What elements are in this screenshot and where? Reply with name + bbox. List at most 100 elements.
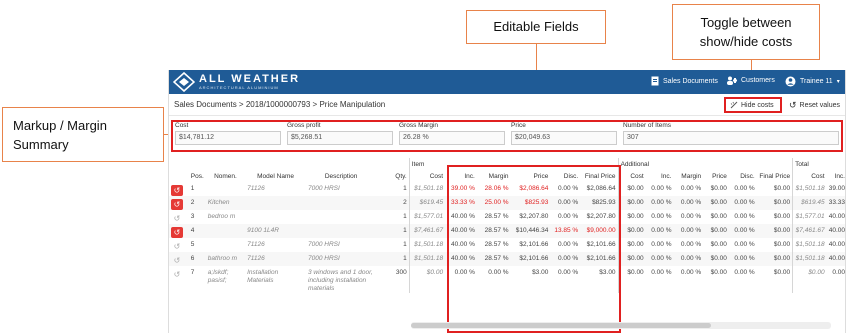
table-cell: 1 (403, 213, 407, 220)
table-cell[interactable]: $2,086.64 (511, 182, 551, 196)
table-cell[interactable]: 40.00 % (445, 238, 477, 252)
table-cell[interactable]: $2,101.66 (511, 238, 551, 252)
table-cell: $0.00 (617, 224, 646, 238)
hide-costs-button[interactable]: Hide costs (724, 97, 782, 113)
table-cell[interactable]: 0.00 % (477, 266, 511, 293)
table-cell[interactable]: $2,086.64 (580, 182, 618, 196)
table-cell: Installation Materials (247, 269, 279, 284)
table-cell: bedroo m (207, 213, 236, 220)
table-cell[interactable]: $2,101.66 (510, 252, 551, 266)
table-cell[interactable]: 39.00 % (445, 182, 477, 196)
undo-icon[interactable]: ↺ (171, 199, 183, 210)
table-cell[interactable]: 0.00 % (550, 266, 580, 293)
column-header: Description (324, 172, 358, 180)
table-cell[interactable]: 40.00 % (445, 210, 477, 224)
table-cell: 71126 (247, 185, 265, 192)
table-cell: 1 (376, 224, 410, 238)
table-cell: 3 windows and 1 door, including installa… (308, 269, 373, 292)
table-cell[interactable]: 0.00 % (550, 182, 580, 196)
table-cell: $0.00 (617, 238, 646, 252)
column-header: Cost (617, 170, 646, 182)
table-cell: 0.00 % (680, 269, 702, 276)
horizontal-scrollbar[interactable] (411, 322, 831, 329)
table-cell[interactable]: 28.57 % (477, 238, 511, 252)
table-cell[interactable]: 13.85 % (550, 224, 581, 238)
column-header: Qty. (395, 172, 407, 180)
table-cell[interactable]: $825.93 (510, 196, 551, 210)
table-cell: 0.00 % (645, 224, 674, 238)
undo-cell: ↺ (169, 224, 189, 238)
table-cell[interactable]: 25.00 % (476, 196, 511, 210)
table-cell[interactable]: 0.00 % (550, 210, 580, 224)
summary-gross-margin-field: 26.28 % (399, 131, 505, 145)
table-cell: $0.00 (773, 269, 791, 276)
reset-values-button[interactable]: ↺ Reset values (785, 97, 844, 113)
column-header: Final Price (759, 172, 791, 180)
undo-icon[interactable]: ↺ (171, 213, 183, 224)
table-cell: $0.00 (792, 266, 827, 293)
app-window: ALL WEATHER ARCHITECTURAL ALUMINIUM Sale… (168, 70, 846, 333)
table-cell[interactable]: 33.33 % (445, 196, 477, 210)
summary-number-of-items-label: Number of Items (623, 122, 672, 129)
user-menu[interactable]: Trainee 11 ▾ (785, 76, 840, 87)
nav-sales-documents[interactable]: Sales Documents (651, 76, 718, 86)
undo-cell: ↺ (169, 210, 189, 224)
table-cell[interactable]: $2,207.80 (511, 210, 551, 224)
table-cell[interactable]: $10,446.34 (510, 224, 551, 238)
reset-values-label: Reset values (799, 101, 841, 109)
table-cell[interactable]: 28.57 % (476, 224, 511, 238)
column-header: Price (712, 172, 727, 180)
undo-icon[interactable]: ↺ (171, 255, 183, 266)
table-cell[interactable]: 40.00 % (445, 224, 477, 238)
table-cell[interactable]: 0.00 % (445, 266, 477, 293)
undo-icon[interactable]: ↺ (171, 227, 183, 238)
document-icon (651, 76, 659, 86)
table-cell[interactable]: 0.00 % (550, 196, 581, 210)
customers-icon (727, 76, 737, 85)
eye-slash-icon (730, 101, 738, 109)
table-cell (206, 238, 245, 252)
table-cell: 0.00 % (651, 213, 672, 220)
table-cell: $0.00 (710, 241, 727, 248)
table-cell[interactable]: $825.93 (580, 196, 619, 210)
summary-number-of-items-field: 307 (623, 131, 839, 145)
table-cell[interactable]: $3.00 (511, 266, 551, 293)
table-cell[interactable]: $9,000.00 (580, 224, 619, 238)
table-cell[interactable]: 40.00 % (445, 252, 477, 266)
table-cell: $619.45 (792, 196, 827, 210)
callout-markup-margin: Markup / Margin Summary (2, 107, 164, 162)
table-cell: 40.00 (828, 241, 845, 248)
table-cell: 0.00 % (680, 185, 702, 192)
table-cell: $0.00 (408, 266, 446, 293)
nav-customers[interactable]: Customers (726, 76, 775, 85)
undo-icon[interactable]: ↺ (171, 241, 183, 252)
column-header-undo (169, 170, 189, 182)
table-cell: 71126 (247, 241, 265, 248)
table-cell[interactable]: 0.00 % (550, 252, 581, 266)
undo-icon[interactable]: ↺ (171, 185, 183, 196)
table-cell: $1,501.18 (408, 238, 446, 252)
table-cell: 0.00 % (645, 196, 674, 210)
table-cell[interactable]: $3.00 (580, 266, 618, 293)
summary-cost: Cost $14,781.12 (175, 122, 281, 145)
table-cell (306, 196, 377, 210)
table-cell[interactable]: 28.57 % (477, 210, 511, 224)
table-cell[interactable]: $2,101.66 (580, 252, 619, 266)
undo-cell: ↺ (169, 182, 189, 196)
chevron-down-icon: ▾ (836, 79, 840, 85)
table-cell: $0.00 (617, 196, 646, 210)
undo-cell: ↺ (169, 196, 189, 210)
undo-icon[interactable]: ↺ (171, 269, 183, 280)
table-cell[interactable]: 28.57 % (476, 252, 511, 266)
scrollbar-thumb[interactable] (411, 323, 711, 328)
table-cell[interactable]: $2,207.80 (580, 210, 618, 224)
table-cell[interactable]: $2,101.66 (580, 238, 618, 252)
table-row: ↺ 5 71126 7000 HRSI 1 $1,501.18 40.00 % 28.57 %… (169, 238, 845, 252)
table-cell: 0.00 % (673, 196, 704, 210)
user-name: Trainee 11 (800, 78, 833, 85)
table-cell: 39.00 (828, 185, 845, 192)
summary-cost-field: $14,781.12 (175, 131, 281, 145)
table-cell[interactable]: 0.00 % (550, 238, 580, 252)
table-cell[interactable]: 28.06 % (477, 182, 511, 196)
table-cell: $1,577.01 (408, 210, 446, 224)
